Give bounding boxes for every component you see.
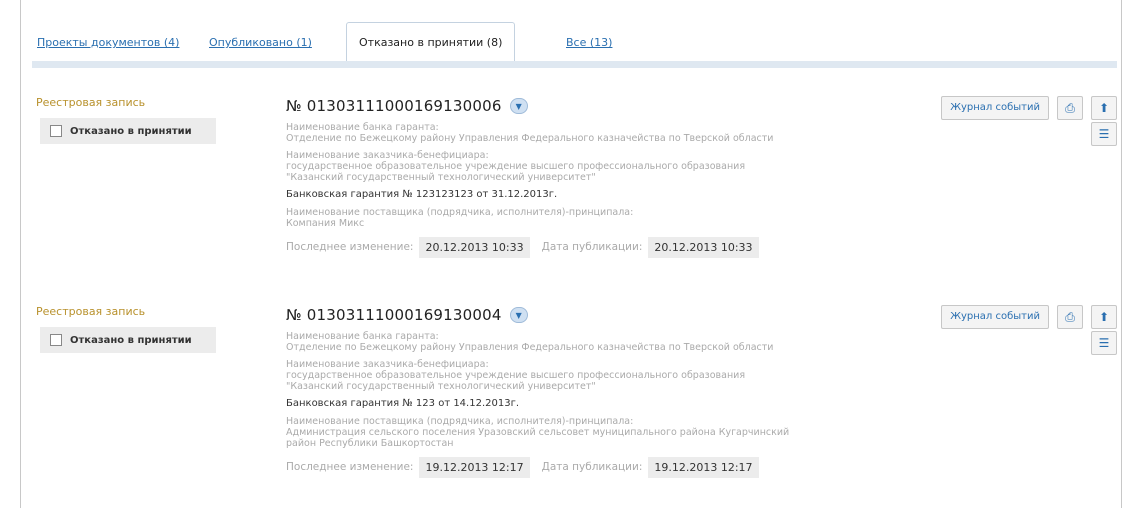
record-actions: Журнал событий ⎙ ⬆ ☰ <box>917 96 1117 146</box>
bank-label: Наименование банка гаранта: <box>286 331 439 342</box>
tab-strip: Проекты документов (4) Опубликовано (1) … <box>36 22 1121 62</box>
tab-all[interactable]: Все (13) <box>566 22 612 62</box>
customer-value-line1: государственное образовательное учрежден… <box>286 370 746 381</box>
status-text: Отказано в принятии <box>70 125 192 137</box>
chevron-down-icon[interactable]: ▼ <box>509 307 528 323</box>
customer-value-line2: "Казанский государственный технологическ… <box>286 381 596 392</box>
record-actions: Журнал событий ⎙ ⬆ ☰ <box>917 305 1117 355</box>
registry-record: Реестровая запись Отказано в принятии № … <box>36 305 1117 508</box>
publish-date-label: Дата публикации: <box>541 241 643 253</box>
event-log-button[interactable]: Журнал событий <box>941 305 1049 329</box>
last-change-label: Последнее изменение: <box>286 241 414 253</box>
record-details: № 01303111000169130004 ▼ Наименование ба… <box>286 305 886 478</box>
status-checkbox[interactable] <box>50 334 62 346</box>
document-icon[interactable]: ☰ <box>1091 331 1117 355</box>
pin-icon[interactable]: ⬆ <box>1091 305 1117 329</box>
chevron-down-icon[interactable]: ▼ <box>509 98 528 114</box>
status-checkbox[interactable] <box>50 125 62 137</box>
customer-label: Наименование заказчика-бенефициара: <box>286 150 489 161</box>
document-icon[interactable]: ☰ <box>1091 122 1117 146</box>
supplier-value-line1: Администрация сельского поселения Уразов… <box>286 427 790 438</box>
print-icon[interactable]: ⎙ <box>1057 305 1083 329</box>
record-number: № 01303111000169130004 <box>286 306 502 324</box>
status-badge: Отказано в принятии <box>40 327 216 353</box>
bank-value: Отделение по Бежецкому району Управления… <box>286 133 774 144</box>
customer-value-line1: государственное образовательное учрежден… <box>286 161 746 172</box>
publish-date-value: 20.12.2013 10:33 <box>648 236 759 258</box>
record-details: № 01303111000169130006 ▼ Наименование ба… <box>286 96 886 258</box>
print-icon[interactable]: ⎙ <box>1057 96 1083 120</box>
supplier-label: Наименование поставщика (подрядчика, исп… <box>286 416 634 427</box>
tab-bar <box>32 61 1117 68</box>
last-change-value: 20.12.2013 10:33 <box>419 236 530 258</box>
supplier-value-line1: Компания Микс <box>286 218 365 229</box>
last-change-label: Последнее изменение: <box>286 461 414 473</box>
tab-drafts[interactable]: Проекты документов (4) <box>37 22 179 62</box>
bank-value: Отделение по Бежецкому району Управления… <box>286 342 774 353</box>
pin-icon[interactable]: ⬆ <box>1091 96 1117 120</box>
page-left-border <box>20 0 21 508</box>
bank-label: Наименование банка гаранта: <box>286 122 439 133</box>
guarantee-title: Банковская гарантия № 123 от 14.12.2013г… <box>286 398 520 409</box>
registry-record-label: Реестровая запись <box>36 96 146 109</box>
customer-value-line2: "Казанский государственный технологическ… <box>286 172 596 183</box>
page-right-border <box>1121 0 1122 508</box>
tab-rejected[interactable]: Отказано в принятии (8) <box>346 22 516 62</box>
supplier-label: Наименование поставщика (подрядчика, исп… <box>286 207 634 218</box>
guarantee-title: Банковская гарантия № 123123123 от 31.12… <box>286 189 558 200</box>
publish-date-value: 19.12.2013 12:17 <box>648 456 759 478</box>
publish-date-label: Дата публикации: <box>541 461 643 473</box>
status-text: Отказано в принятии <box>70 334 192 346</box>
registry-record-label: Реестровая запись <box>36 305 146 318</box>
status-badge: Отказано в принятии <box>40 118 216 144</box>
event-log-button[interactable]: Журнал событий <box>941 96 1049 120</box>
customer-label: Наименование заказчика-бенефициара: <box>286 359 489 370</box>
supplier-value-line2: район Республики Башкортостан <box>286 438 454 449</box>
registry-record: Реестровая запись Отказано в принятии № … <box>36 96 1117 296</box>
record-number: № 01303111000169130006 <box>286 97 502 115</box>
last-change-value: 19.12.2013 12:17 <box>419 456 530 478</box>
tab-published[interactable]: Опубликовано (1) <box>209 22 312 62</box>
